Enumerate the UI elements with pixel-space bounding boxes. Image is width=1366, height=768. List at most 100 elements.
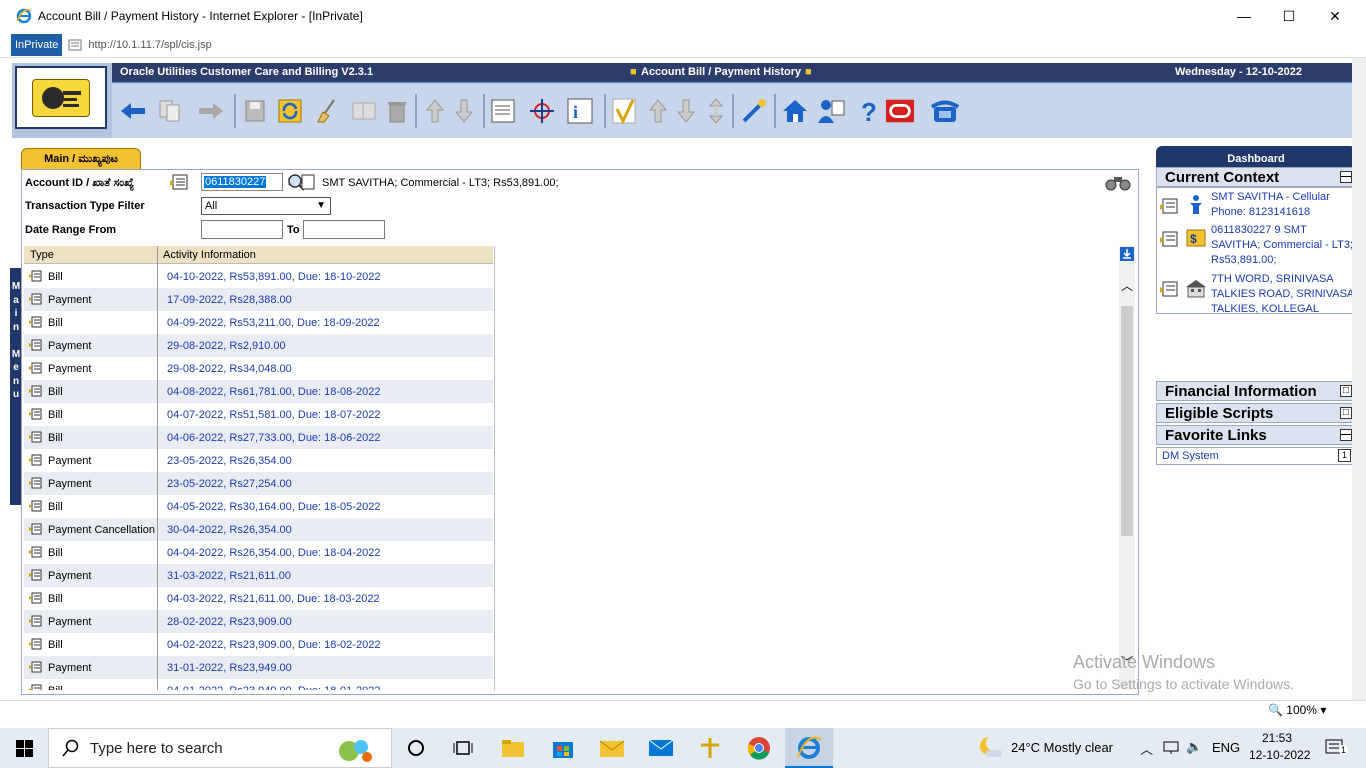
table-row[interactable]: Payment 28-02-2022, Rs23,909.00 <box>24 610 493 633</box>
table-row[interactable]: Bill 04-05-2022, Rs30,164.00, Due: 18-05-… <box>24 495 493 518</box>
scroll-up-icon[interactable]: ︿ <box>1121 277 1133 294</box>
expand-icon[interactable]: □ <box>1340 407 1352 419</box>
context-menu-icon[interactable] <box>29 270 42 282</box>
row-activity-link[interactable]: 04-06-2022, Rs27,733.00, Due: 18-06-2022 <box>167 432 380 444</box>
row-activity-link[interactable]: 29-08-2022, Rs34,048.00 <box>167 363 292 375</box>
table-row[interactable]: Bill 04-01-2022, Rs23,949.00, Due: 18-01-… <box>24 679 493 690</box>
context-menu-icon[interactable] <box>29 684 42 690</box>
table-row[interactable]: Bill 04-09-2022, Rs53,211.00, Due: 18-09-… <box>24 311 493 334</box>
table-row[interactable]: Payment 29-08-2022, Rs34,048.00 <box>24 357 493 380</box>
task-view-icon[interactable] <box>447 732 479 764</box>
favorite-links-header[interactable]: Favorite Links — <box>1156 425 1356 445</box>
context-menu-icon[interactable] <box>29 454 42 466</box>
pin-app-icon[interactable] <box>694 732 726 764</box>
telephone-icon[interactable] <box>930 96 960 126</box>
table-row[interactable]: Bill 04-08-2022, Rs61,781.00, Due: 18-08-… <box>24 380 493 403</box>
network-icon[interactable] <box>1163 741 1179 755</box>
context-menu-icon[interactable] <box>29 661 42 673</box>
minimize-button[interactable]: — <box>1221 0 1267 32</box>
context-menu-icon[interactable] <box>29 362 42 374</box>
transaction-filter-select[interactable]: All ▼ <box>201 197 331 215</box>
eligible-scripts-header[interactable]: Eligible Scripts □ <box>1156 403 1356 423</box>
save-icon[interactable] <box>240 96 270 126</box>
clock-time[interactable]: 21:53 <box>1262 731 1292 745</box>
maximize-button[interactable]: ☐ <box>1266 0 1312 32</box>
checkmark-icon[interactable] <box>609 96 639 126</box>
copy-icon[interactable] <box>349 96 379 126</box>
file-explorer-icon[interactable] <box>497 732 529 764</box>
search-icon[interactable] <box>286 172 316 192</box>
browser-scrollbar[interactable] <box>1352 58 1366 700</box>
forward-arrow-icon[interactable] <box>196 96 226 126</box>
table-row[interactable]: Payment 29-08-2022, Rs2,910.00 <box>24 334 493 357</box>
user-profile-icon[interactable] <box>816 96 846 126</box>
binoculars-icon[interactable] <box>1104 172 1132 192</box>
back-arrow-icon[interactable] <box>118 96 148 126</box>
crosshair-icon[interactable] <box>527 96 557 126</box>
move-both-icon[interactable] <box>701 96 731 126</box>
context-menu-icon[interactable] <box>1160 231 1178 247</box>
context-menu-icon[interactable] <box>1160 198 1178 214</box>
context-menu-icon[interactable] <box>29 569 42 581</box>
download-icon[interactable] <box>1120 247 1134 261</box>
row-activity-link[interactable]: 04-05-2022, Rs30,164.00, Due: 18-05-2022 <box>167 501 380 513</box>
internet-explorer-icon[interactable] <box>793 732 825 764</box>
table-row[interactable]: Bill 04-03-2022, Rs21,611.00, Due: 18-03-… <box>24 587 493 610</box>
table-row[interactable]: Bill 04-06-2022, Rs27,733.00, Due: 18-06-… <box>24 426 493 449</box>
chevron-up-icon[interactable]: ︿ <box>1140 739 1153 758</box>
context-menu-icon[interactable] <box>1160 281 1178 297</box>
store-icon[interactable] <box>547 732 579 764</box>
table-row[interactable]: Payment 23-05-2022, Rs27,254.00 <box>24 472 493 495</box>
row-activity-link[interactable]: 04-07-2022, Rs51,581.00, Due: 18-07-2022 <box>167 409 380 421</box>
info-icon[interactable]: i <box>565 96 595 126</box>
context-menu-icon[interactable] <box>29 408 42 420</box>
date-from-input[interactable] <box>201 220 283 239</box>
row-activity-link[interactable]: 04-08-2022, Rs61,781.00, Due: 18-08-2022 <box>167 386 380 398</box>
scroll-thumb[interactable] <box>1121 306 1133 536</box>
move-down-icon[interactable] <box>671 96 701 126</box>
account-id-input[interactable]: 0611830227 <box>201 173 283 191</box>
volume-icon[interactable]: 🔈 <box>1186 739 1202 755</box>
row-activity-link[interactable]: 23-05-2022, Rs26,354.00 <box>167 455 292 467</box>
row-activity-link[interactable]: 04-10-2022, Rs53,891.00, Due: 18-10-2022 <box>167 271 380 283</box>
history-pages-icon[interactable] <box>156 96 186 126</box>
collapse-icon[interactable]: — <box>1340 171 1352 183</box>
mail-icon[interactable] <box>645 732 677 764</box>
context-menu-icon[interactable] <box>29 615 42 627</box>
context-menu-icon[interactable] <box>29 316 42 328</box>
weather-text[interactable]: 24°C Mostly clear <box>1011 740 1113 755</box>
context-menu-icon[interactable] <box>29 638 42 650</box>
context-menu-icon[interactable] <box>29 500 42 512</box>
date-to-input[interactable] <box>303 220 385 239</box>
context-menu-icon[interactable] <box>29 431 42 443</box>
move-up-icon[interactable] <box>643 96 673 126</box>
folder-mail-icon[interactable] <box>596 732 628 764</box>
context-menu-icon[interactable] <box>488 96 518 126</box>
row-activity-link[interactable]: 29-08-2022, Rs2,910.00 <box>167 340 286 352</box>
table-row[interactable]: Bill 04-02-2022, Rs23,909.00, Due: 18-02-… <box>24 633 493 656</box>
language-indicator[interactable]: ENG <box>1212 740 1240 755</box>
help-question-icon[interactable]: ? <box>854 96 884 126</box>
taskbar-search[interactable]: Type here to search <box>48 728 392 768</box>
row-activity-link[interactable]: 28-02-2022, Rs23,909.00 <box>167 616 292 628</box>
table-row[interactable]: Bill 04-10-2022, Rs53,891.00, Due: 18-10-… <box>24 265 493 288</box>
row-activity-link[interactable]: 04-01-2022, Rs23,949.00, Due: 18-01-2022 <box>167 685 380 690</box>
refresh-icon[interactable] <box>275 96 305 126</box>
row-activity-link[interactable]: 04-09-2022, Rs53,211.00, Due: 18-09-2022 <box>167 317 380 329</box>
home-icon[interactable] <box>780 96 810 126</box>
row-activity-link[interactable]: 17-09-2022, Rs28,388.00 <box>167 294 292 306</box>
collapse-icon[interactable]: — <box>1340 429 1352 441</box>
row-activity-link[interactable]: 04-03-2022, Rs21,611.00, Due: 18-03-2022 <box>167 593 380 605</box>
current-context-header[interactable]: Current Context — <box>1156 167 1356 187</box>
row-activity-link[interactable]: 30-04-2022, Rs26,354.00 <box>167 524 292 536</box>
windows-start-icon[interactable] <box>16 740 33 757</box>
row-activity-link[interactable]: 31-03-2022, Rs21,611.00 <box>167 570 291 582</box>
oracle-logo-icon[interactable] <box>885 96 915 126</box>
context-menu-icon[interactable] <box>29 385 42 397</box>
context-menu-icon[interactable] <box>29 546 42 558</box>
table-row[interactable]: Payment 23-05-2022, Rs26,354.00 <box>24 449 493 472</box>
clear-broom-icon[interactable] <box>312 96 342 126</box>
go-to-first-icon[interactable] <box>420 96 450 126</box>
delete-trash-icon[interactable] <box>382 96 412 126</box>
context-menu-icon[interactable] <box>29 339 42 351</box>
